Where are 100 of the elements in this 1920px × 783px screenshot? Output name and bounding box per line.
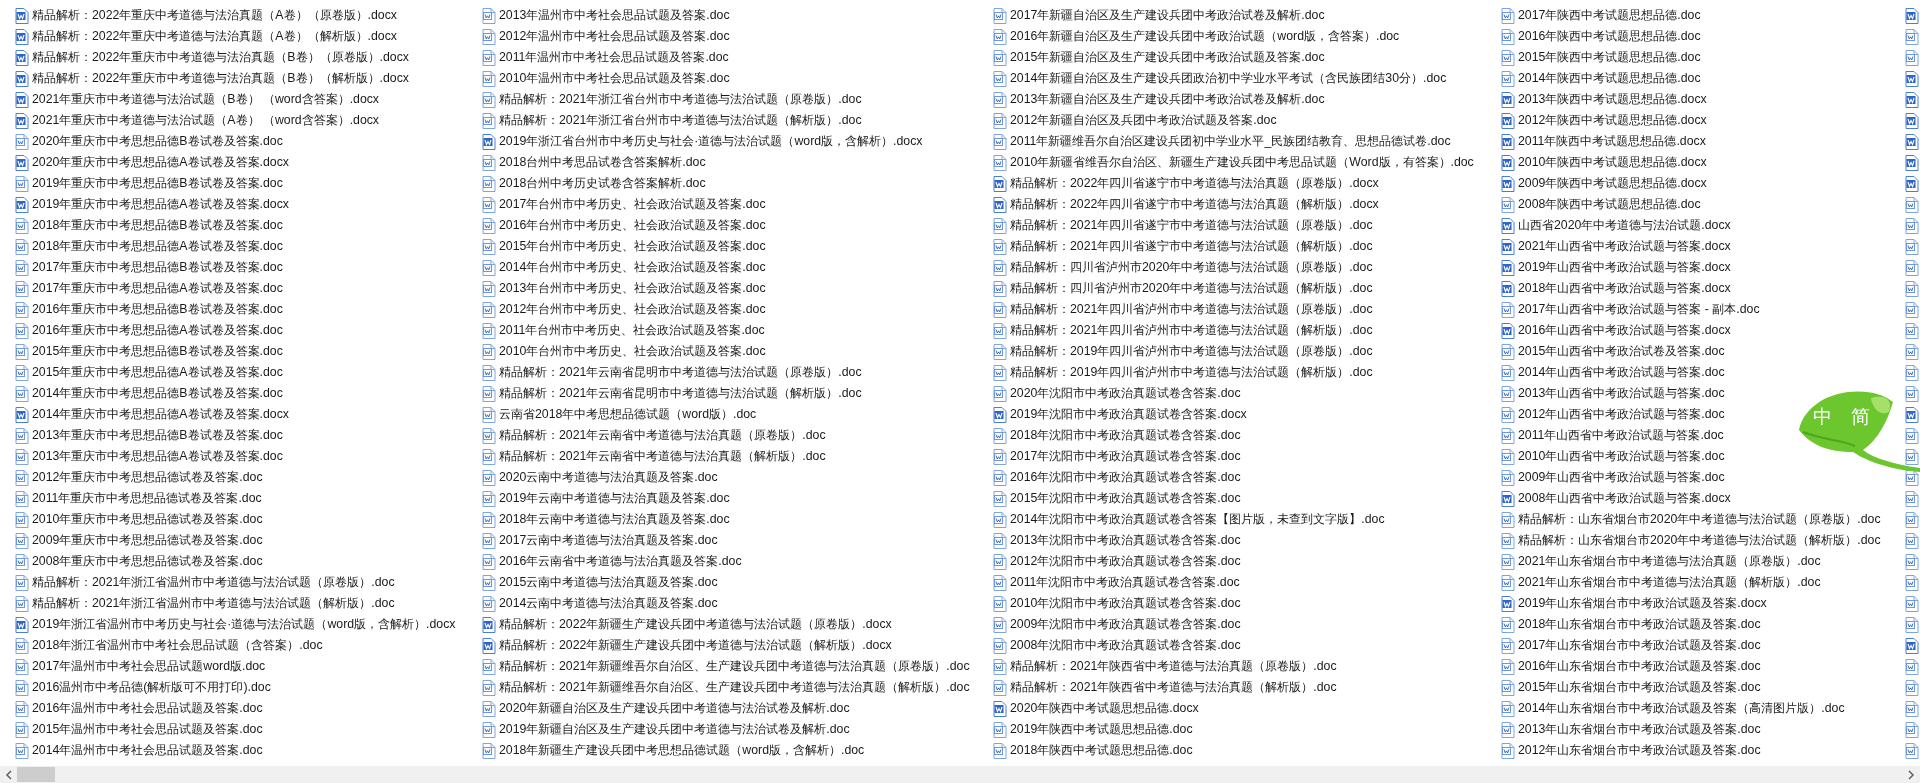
file-name[interactable]: 2014年重庆市中考思想品德A卷试卷及答案.docx (32, 407, 289, 422)
file-name[interactable]: 2013年山东省烟台市中考政治试题及答案.doc (1518, 722, 1761, 737)
horizontal-scrollbar[interactable] (0, 766, 1920, 783)
file-name[interactable]: 2017年重庆市中考思想品德A卷试卷及答案.doc (32, 281, 283, 296)
file-name[interactable]: 2015年山西省中考政治试卷及答案.doc (1518, 344, 1725, 359)
file-name[interactable]: 2014年新疆自治区及生产建设兵团政治初中学业水平考试（含民族团结30分）.doc (1010, 71, 1447, 86)
file-name[interactable]: 2010年新疆省维吾尔自治区、新疆生产建设兵团中考思品试题（Word版，有答案）.doc (1010, 155, 1474, 170)
file-name[interactable]: 2019年新疆自治区及生产建设兵团中考道德与法治试卷及解析.doc (499, 722, 850, 737)
file-name[interactable]: 2014年陕西中考试题思想品德.doc (1518, 71, 1701, 86)
file-name[interactable]: 2019年重庆市中考思想品德B卷试卷及答案.doc (32, 176, 283, 191)
file-name[interactable]: 2021年山东省烟台市中考道德与法治真题（原卷版）.doc (1518, 554, 1821, 569)
file-name[interactable]: 2011年台州市中考历史、社会政治试题及答案.doc (499, 323, 765, 338)
file-name[interactable]: 精品解析：2021年云南省中考道德与法治真题（原卷版）.doc (499, 428, 826, 443)
file-name[interactable]: 2013年沈阳市中考政治真题试卷含答案.doc (1010, 533, 1241, 548)
file-name[interactable]: 精品解析：2021年陕西省中考道德与法治真题（原卷版）.doc (1010, 659, 1337, 674)
file-name[interactable]: 2015年山东省烟台市中考政治试题及答案.doc (1518, 680, 1761, 695)
file-name[interactable]: 2018台州中考思品试卷含答案解析.doc (499, 155, 706, 170)
file-name[interactable]: 2017年山东省烟台市中考政治试题及答案.doc (1518, 638, 1761, 653)
file-name[interactable]: 精品解析：2022年重庆市中考道德与法治真题（B卷）（原卷版）.docx (32, 50, 409, 65)
file-name[interactable]: 2018年浙江省温州市中考社会思品试题（含答案）.doc (32, 638, 323, 653)
file-name[interactable]: 精品解析：2021年浙江省温州市中考道德与法治试题（原卷版）.doc (32, 575, 395, 590)
file-name[interactable]: 2021年重庆市中考道德与法治试题（A卷） （word含答案）.docx (32, 113, 380, 128)
file-name[interactable]: 2021年重庆市中考道德与法治试题（B卷） （word含答案）.docx (32, 92, 380, 107)
file-name[interactable]: 2011年新疆维吾尔自治区建设兵团初中学业水平_民族团结教育、思想品德试卷.doc (1010, 134, 1451, 149)
file-name[interactable]: 精品解析：2021年新疆维吾尔自治区、生产建设兵团中考道德与法治真题（解析版）.doc (499, 680, 970, 695)
file-name[interactable]: 2011年沈阳市中考政治真题试卷含答案.doc (1010, 575, 1240, 590)
file-name[interactable]: 精品解析：2021年新疆维吾尔自治区、生产建设兵团中考道德与法治真题（原卷版）.doc (499, 659, 970, 674)
file-name[interactable]: 精品解析：2022年重庆中考道德与法治真题（A卷）（解析版）.docx (32, 29, 397, 44)
file-name[interactable]: 2016年台州市中考历史、社会政治试题及答案.doc (499, 218, 766, 233)
file-name[interactable]: 精品解析：山东省烟台市2020年中考道德与法治试题（原卷版）.doc (1518, 512, 1881, 527)
file-name[interactable]: 2012年沈阳市中考政治真题试卷含答案.doc (1010, 554, 1241, 569)
file-name[interactable]: 2009年沈阳市中考政治真题试卷含答案.doc (1010, 617, 1241, 632)
file-name[interactable]: 2010年山西省中考政治试题与答案.doc (1518, 449, 1725, 464)
file-name[interactable]: 精品解析：2021年四川省遂宁市中考道德与法治试题（原卷版）.doc (1010, 218, 1373, 233)
file-name[interactable]: 2021年山东省烟台市中考道德与法治真题（解析版）.doc (1518, 575, 1821, 590)
file-name[interactable]: 2013年重庆市中考思想品德B卷试卷及答案.doc (32, 428, 283, 443)
file-name[interactable]: 2020云南中考道德与法治真题及答案.doc (499, 470, 718, 485)
file-name[interactable]: 精品解析：2021年云南省昆明市中考道德与法治试题（原卷版）.doc (499, 365, 862, 380)
file-name[interactable]: 2014年沈阳市中考政治真题试卷含答案【图片版，未查到文字版】.doc (1010, 512, 1385, 527)
file-name[interactable]: 2008年山西省中考政治试题与答案.docx (1518, 491, 1731, 506)
file-name[interactable]: 2017年温州市中考社会思品试题word版.doc (32, 659, 266, 674)
file-name[interactable]: 2017年新疆自治区及生产建设兵团中考政治试卷及解析.doc (1010, 8, 1325, 23)
file-name[interactable]: 2016年沈阳市中考政治真题试卷含答案.doc (1010, 470, 1241, 485)
file-name[interactable]: 2016温州市中考品德(解析版可不用打印).doc (32, 680, 271, 695)
file-name[interactable]: 云南省2018年中考思想品德试题（word版）.doc (499, 407, 757, 422)
file-name[interactable]: 2017年山西省中考政治试题与答案 - 副本.doc (1518, 302, 1760, 317)
file-name[interactable]: 2012年温州市中考社会思品试题及答案.doc (499, 29, 730, 44)
file-name[interactable]: 2008年陕西中考试题思想品德.doc (1518, 197, 1701, 212)
file-name[interactable]: 2019年山西省中考政治试题与答案.docx (1518, 260, 1731, 275)
file-name[interactable]: 2010年沈阳市中考政治真题试卷含答案.doc (1010, 596, 1241, 611)
file-name[interactable]: 2012年重庆市中考思想品德试卷及答案.doc (32, 470, 263, 485)
file-name[interactable]: 2015年重庆市中考思想品德A卷试卷及答案.doc (32, 365, 283, 380)
file-name[interactable]: 2009年山西省中考政治试题与答案.doc (1518, 470, 1725, 485)
file-name[interactable]: 2015年台州市中考历史、社会政治试题及答案.doc (499, 239, 766, 254)
file-name[interactable]: 2012年台州市中考历史、社会政治试题及答案.doc (499, 302, 766, 317)
file-name[interactable]: 2018年重庆市中考思想品德B卷试卷及答案.doc (32, 218, 283, 233)
file-name[interactable]: 2019年云南中考道德与法治真题及答案.doc (499, 491, 730, 506)
file-name[interactable]: 2018年山西省中考政治试题与答案.docx (1518, 281, 1731, 296)
file-name[interactable]: 2017年重庆市中考思想品德B卷试卷及答案.doc (32, 260, 283, 275)
scrollbar-thumb[interactable] (17, 767, 55, 782)
file-name[interactable]: 精品解析：2021年云南省昆明市中考道德与法治试题（解析版）.doc (499, 386, 862, 401)
file-name[interactable]: 2012年新疆自治区及兵团中考政治试题及答案.doc (1010, 113, 1277, 128)
file-name[interactable]: 2014年重庆市中考思想品德B卷试卷及答案.doc (32, 386, 283, 401)
file-name[interactable]: 2020年重庆市中考思想品德B卷试卷及答案.doc (32, 134, 283, 149)
file-name[interactable]: 2017年沈阳市中考政治真题试卷含答案.doc (1010, 449, 1241, 464)
file-name[interactable]: 精品解析：山东省烟台市2020年中考道德与法治试题（解析版）.doc (1518, 533, 1881, 548)
file-name[interactable]: 2019年重庆市中考思想品德A卷试卷及答案.docx (32, 197, 289, 212)
file-name[interactable]: 2013年山西省中考政治试题与答案.doc (1518, 386, 1725, 401)
file-name[interactable]: 2015云南中考道德与法治真题及答案.doc (499, 575, 718, 590)
file-name[interactable]: 精品解析：2021年四川省泸州市中考道德与法治试题（解析版）.doc (1010, 323, 1373, 338)
file-name[interactable]: 2018台州中考历史试卷含答案解析.doc (499, 176, 706, 191)
file-name[interactable]: 精品解析：2021年陕西省中考道德与法治真题（解析版）.doc (1010, 680, 1337, 695)
file-name[interactable]: 精品解析：2022年重庆市中考道德与法治真题（B卷）（解析版）.docx (32, 71, 409, 86)
scroll-left-icon[interactable] (5, 769, 13, 780)
file-name[interactable]: 2020年沈阳市中考政治真题试卷含答案.doc (1010, 386, 1241, 401)
file-name[interactable]: 2019年浙江省台州市中考历史与社会·道德与法治试题（word版，含解析）.docx (499, 134, 923, 149)
file-name[interactable]: 2013年重庆市中考思想品德A卷试卷及答案.doc (32, 449, 283, 464)
file-name[interactable]: 2010年温州市中考社会思品试题及答案.doc (499, 71, 730, 86)
file-name[interactable]: 2018年云南中考道德与法治真题及答案.doc (499, 512, 730, 527)
file-name[interactable]: 2016年山西省中考政治试题与答案.docx (1518, 323, 1731, 338)
file-name[interactable]: 2008年重庆市中考思想品德试卷及答案.doc (32, 554, 263, 569)
file-name[interactable]: 2016年云南省中考道德与法治真题及答案.doc (499, 554, 742, 569)
file-name[interactable]: 精品解析：2021年浙江省台州市中考道德与法治试题（原卷版）.doc (499, 92, 862, 107)
file-name[interactable]: 2014年台州市中考历史、社会政治试题及答案.doc (499, 260, 766, 275)
file-name[interactable]: 2015年陕西中考试题思想品德.doc (1518, 50, 1701, 65)
file-name[interactable]: 精品解析：2021年浙江省温州市中考道德与法治试题（解析版）.doc (32, 596, 395, 611)
file-name[interactable]: 精品解析：2022年新疆生产建设兵团中考道德与法治试题（原卷版）.docx (499, 617, 892, 632)
file-name[interactable]: 精品解析：2021年四川省遂宁市中考道德与法治试题（解析版）.doc (1010, 239, 1373, 254)
file-name[interactable]: 2018年沈阳市中考政治真题试卷含答案.doc (1010, 428, 1241, 443)
file-name[interactable]: 2010年重庆市中考思想品德试卷及答案.doc (32, 512, 263, 527)
file-name[interactable]: 2019年陕西中考试题思想品德.doc (1010, 722, 1193, 737)
file-name[interactable]: 2008年沈阳市中考政治真题试卷含答案.doc (1010, 638, 1241, 653)
file-name[interactable]: 精品解析：2021年浙江省台州市中考道德与法治试题（解析版）.doc (499, 113, 862, 128)
file-name[interactable]: 2011年温州市中考社会思品试题及答案.doc (499, 50, 729, 65)
file-name[interactable]: 山西省2020年中考道德与法治试题.docx (1518, 218, 1731, 233)
file-name[interactable]: 2016年山东省烟台市中考政治试题及答案.doc (1518, 659, 1761, 674)
file-name[interactable]: 2012年陕西中考试题思想品德.docx (1518, 113, 1707, 128)
file-name[interactable]: 2020年陕西中考试题思想品德.docx (1010, 701, 1199, 716)
file-name[interactable]: 2016年重庆市中考思想品德B卷试卷及答案.doc (32, 302, 283, 317)
file-name[interactable]: 2018年陕西中考试题思想品德.doc (1010, 743, 1193, 758)
